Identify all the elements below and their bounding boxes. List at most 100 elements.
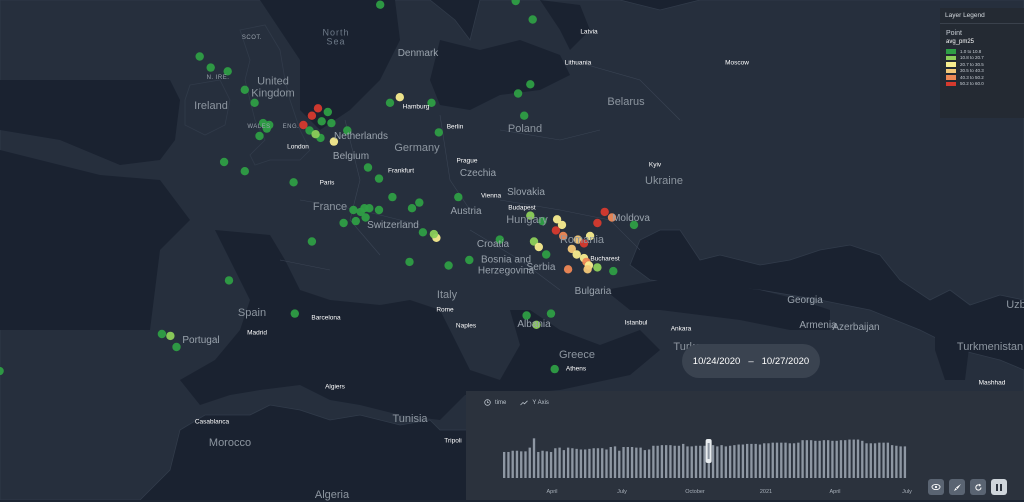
pm25-point[interactable]: [351, 216, 360, 226]
pm25-point[interactable]: [557, 220, 567, 230]
tab-time[interactable]: time: [484, 399, 506, 406]
time-window-handle-grip: [707, 443, 710, 459]
pm25-point[interactable]: [343, 126, 352, 135]
pause-button[interactable]: [991, 479, 1007, 495]
pm25-point[interactable]: [224, 276, 234, 285]
pm25-point[interactable]: [600, 207, 609, 217]
pm25-point[interactable]: [329, 137, 339, 146]
pm25-point[interactable]: [559, 231, 568, 241]
histogram-bar: [647, 449, 651, 478]
histogram-bar: [767, 443, 770, 478]
pm25-point[interactable]: [361, 213, 370, 222]
pm25-point[interactable]: [327, 118, 336, 128]
pm25-point[interactable]: [579, 239, 589, 248]
pm25-point[interactable]: [349, 205, 358, 215]
pm25-point[interactable]: [629, 220, 639, 230]
histogram-bar: [784, 442, 787, 478]
pm25-point[interactable]: [585, 231, 595, 241]
speed-button[interactable]: [928, 479, 944, 495]
date-start: 10/24/2020: [692, 355, 741, 367]
pm25-point[interactable]: [385, 98, 395, 108]
pm25-point[interactable]: [572, 250, 581, 259]
pm25-point[interactable]: [593, 218, 602, 228]
legend-swatch: [946, 55, 956, 60]
histogram-bar: [814, 440, 817, 478]
pm25-point[interactable]: [607, 213, 617, 222]
histogram-bar: [856, 439, 860, 478]
pm25-point[interactable]: [290, 309, 299, 318]
tab-y-axis[interactable]: Y Axis: [520, 400, 549, 406]
pm25-point[interactable]: [307, 237, 317, 246]
pm25-point[interactable]: [219, 157, 229, 167]
pm25-point[interactable]: [374, 205, 384, 215]
histogram-bar: [852, 439, 855, 478]
pm25-point[interactable]: [526, 80, 535, 89]
pm25-point[interactable]: [538, 216, 547, 226]
pm25-point[interactable]: [255, 131, 264, 141]
pm25-point[interactable]: [609, 266, 618, 276]
pm25-point[interactable]: [172, 342, 181, 352]
pm25-point[interactable]: [311, 130, 320, 139]
time-axis-label: 2021: [760, 489, 772, 495]
pm25-point[interactable]: [250, 98, 259, 108]
pm25-point[interactable]: [313, 104, 323, 113]
pm25-point[interactable]: [407, 204, 417, 213]
pm25-point[interactable]: [429, 229, 439, 239]
pm25-point[interactable]: [513, 89, 523, 98]
pm25-point[interactable]: [534, 242, 543, 252]
pm25-point[interactable]: [240, 167, 249, 176]
pm25-point[interactable]: [427, 98, 436, 108]
histogram-bar: [626, 447, 629, 478]
pm25-point[interactable]: [307, 111, 317, 120]
pm25-point[interactable]: [415, 198, 424, 207]
histogram-bar: [630, 447, 634, 478]
pm25-point[interactable]: [405, 257, 414, 267]
pm25-point[interactable]: [434, 128, 443, 137]
histogram-bar: [541, 450, 544, 478]
pm25-point[interactable]: [289, 178, 298, 187]
pm25-point[interactable]: [532, 320, 541, 329]
pm25-point[interactable]: [528, 15, 537, 24]
pm25-point[interactable]: [520, 111, 529, 120]
pm25-point[interactable]: [550, 364, 559, 374]
pm25-point[interactable]: [583, 265, 592, 274]
histogram-bar: [831, 440, 834, 478]
pm25-point[interactable]: [265, 120, 274, 130]
pm25-point[interactable]: [206, 63, 215, 72]
pm25-point[interactable]: [374, 174, 384, 183]
pm25-point[interactable]: [444, 261, 453, 270]
pm25-point[interactable]: [339, 218, 348, 228]
histogram-bar: [545, 451, 548, 478]
pm25-point[interactable]: [418, 228, 428, 237]
pm25-point[interactable]: [526, 211, 535, 220]
histogram-bar: [809, 440, 813, 478]
pm25-point[interactable]: [465, 255, 474, 265]
pm25-point[interactable]: [395, 93, 404, 102]
histogram-bar: [690, 446, 693, 478]
pm25-point[interactable]: [563, 265, 573, 274]
pm25-point[interactable]: [388, 192, 397, 202]
animation-window-button[interactable]: [949, 479, 965, 495]
pm25-point[interactable]: [223, 67, 232, 76]
histogram-bar: [554, 448, 557, 478]
pm25-point[interactable]: [522, 311, 531, 320]
histogram-bar: [890, 445, 894, 478]
pm25-point[interactable]: [363, 163, 373, 172]
reset-button[interactable]: [970, 479, 986, 495]
legend-bin-label: 40.3 to 50.2: [960, 74, 984, 80]
pm25-point[interactable]: [454, 192, 463, 202]
pm25-point[interactable]: [360, 204, 369, 213]
histogram-bar: [524, 451, 527, 478]
pm25-point[interactable]: [157, 329, 167, 339]
pm25-point[interactable]: [240, 85, 249, 95]
pm25-point[interactable]: [593, 263, 602, 272]
pm25-point[interactable]: [546, 309, 556, 318]
pm25-point[interactable]: [376, 0, 385, 9]
pm25-point[interactable]: [323, 107, 332, 117]
pm25-point[interactable]: [195, 52, 204, 61]
pm25-point[interactable]: [542, 250, 551, 259]
pm25-point[interactable]: [317, 117, 326, 126]
pm25-point[interactable]: [166, 331, 175, 341]
pm25-point[interactable]: [495, 235, 504, 244]
histogram-bar: [686, 446, 689, 478]
